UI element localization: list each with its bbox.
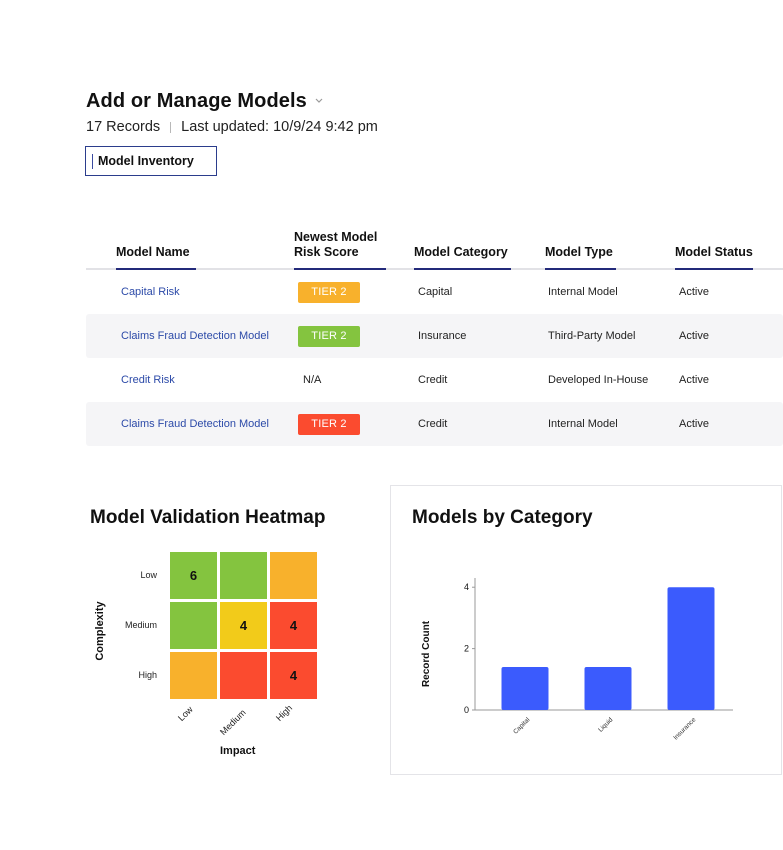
models-table: Model Name Newest Model Risk Score Model… <box>86 222 783 446</box>
model-status-cell-text: Active <box>679 286 709 298</box>
heatmap-cell[interactable] <box>220 652 267 699</box>
risk-score-cell: TIER 2 <box>298 270 360 314</box>
heatmap-grid: 6444 <box>170 552 319 701</box>
model-type-cell: Internal Model <box>548 270 618 314</box>
model-category-cell: Credit <box>418 402 447 446</box>
heatmap-cell[interactable]: 6 <box>170 552 217 599</box>
model-type-cell: Developed In-House <box>548 358 648 402</box>
model-status-cell: Active <box>679 358 709 402</box>
chevron-down-icon[interactable] <box>314 95 324 105</box>
page-title: Add or Manage Models <box>86 90 307 112</box>
model-status-cell-text: Active <box>679 330 709 342</box>
model-category-cell: Capital <box>418 270 452 314</box>
model-name-link[interactable]: Claims Fraud Detection Model <box>121 314 269 358</box>
heatmap-cell[interactable]: 4 <box>220 602 267 649</box>
risk-tier-badge: TIER 2 <box>298 281 360 303</box>
risk-score-cell: TIER 2 <box>298 402 360 446</box>
model-category-cell-text: Credit <box>418 418 448 430</box>
heatmap-x-tick-label: High <box>274 702 295 724</box>
table-row[interactable]: Credit Risk N/A Credit Developed In-House Ac… <box>86 358 783 402</box>
model-status-cell: Active <box>679 402 709 446</box>
model-name-link[interactable]: Claims Fraud Detection Model <box>121 402 269 446</box>
model-inventory-input-value: Model Inventory <box>98 154 194 168</box>
table-header: Model Name Newest Model Risk Score Model… <box>86 222 783 270</box>
column-header-model-type[interactable]: Model Type <box>545 245 613 260</box>
table-body: Capital Risk TIER 2 Capital Internal Model A… <box>86 270 783 446</box>
model-category-cell: Insurance <box>418 314 466 358</box>
risk-score-cell-text: N/A <box>303 374 322 386</box>
risk-score-cell: TIER 2 <box>298 314 360 358</box>
bar-chart: 0 2 4 Record Count Capital Liquid Insurance <box>421 578 733 742</box>
last-updated: Last updated: 10/9/24 9:42 pm <box>181 119 378 135</box>
model-type-cell: Third-Party Model <box>548 314 635 358</box>
heatmap-y-tick-label: High <box>138 670 157 680</box>
heatmap-x-tick-label: Medium <box>218 707 248 738</box>
table-row[interactable]: Claims Fraud Detection Model TIER 2 Insura… <box>86 314 783 358</box>
model-type-cell-text: Developed In-House <box>548 374 649 386</box>
heatmap-cell[interactable] <box>220 552 267 599</box>
model-type-cell-text: Third-Party Model <box>548 330 636 342</box>
records-meta: 17 Records Last updated: 10/9/24 9:42 pm <box>86 119 378 135</box>
model-status-cell: Active <box>679 270 709 314</box>
bar <box>501 667 549 710</box>
heatmap-x-axis-title: Impact <box>220 745 256 757</box>
risk-score-cell: N/A <box>303 358 321 402</box>
column-header-model-name[interactable]: Model Name <box>116 245 190 260</box>
heatmap-title: Model Validation Heatmap <box>90 507 326 528</box>
risk-tier-badge: TIER 2 <box>298 325 360 347</box>
model-inventory-input[interactable]: Model Inventory <box>85 146 217 176</box>
x-tick-label: Liquid <box>597 716 614 733</box>
model-category-cell-text: Insurance <box>418 330 467 342</box>
heatmap-y-tick-label: Low <box>140 570 157 580</box>
model-name-link-text[interactable]: Claims Fraud Detection Model <box>121 330 269 342</box>
model-name-link[interactable]: Credit Risk <box>121 358 175 402</box>
table-row[interactable]: Claims Fraud Detection Model TIER 2 Credit… <box>86 402 783 446</box>
model-category-cell: Credit <box>418 358 447 402</box>
heatmap-x-tick-label: Low <box>176 704 195 724</box>
heatmap-cell[interactable]: 4 <box>270 652 317 699</box>
bar-chart-title: Models by Category <box>412 507 593 528</box>
x-tick-label: Capital <box>512 716 532 736</box>
table-row[interactable]: Capital Risk TIER 2 Capital Internal Model A… <box>86 270 783 314</box>
heatmap-cell[interactable]: 4 <box>270 602 317 649</box>
model-name-link[interactable]: Capital Risk <box>121 270 180 314</box>
heatmap-cell[interactable] <box>270 552 317 599</box>
model-type-cell: Internal Model <box>548 402 618 446</box>
model-category-cell-text: Capital <box>418 286 453 298</box>
risk-tier-badge: TIER 2 <box>298 413 360 435</box>
record-count: 17 Records <box>86 119 161 135</box>
y-tick-label: 0 <box>464 705 469 715</box>
model-status-cell-text: Active <box>679 374 709 386</box>
model-name-link-text[interactable]: Capital Risk <box>121 286 180 298</box>
column-header-model-category[interactable]: Model Category <box>414 245 508 260</box>
column-header-model-status[interactable]: Model Status <box>675 245 753 260</box>
heatmap-cell[interactable] <box>170 602 217 649</box>
model-type-cell-text: Internal Model <box>548 418 618 430</box>
y-tick-label: 4 <box>464 582 469 592</box>
bar <box>584 667 632 710</box>
model-status-cell: Active <box>679 314 709 358</box>
model-status-cell-text: Active <box>679 418 709 430</box>
heatmap-y-tick-label: Medium <box>124 620 157 630</box>
bar <box>667 587 715 710</box>
model-name-link-text[interactable]: Claims Fraud Detection Model <box>121 418 269 430</box>
heatmap-cell[interactable] <box>170 652 217 699</box>
model-category-cell-text: Credit <box>418 374 448 386</box>
x-tick-label: Insurance <box>672 716 697 741</box>
y-tick-label: 2 <box>464 644 469 654</box>
heatmap-y-axis-title: Complexity <box>94 601 106 661</box>
y-axis-title: Record Count <box>421 620 432 687</box>
model-name-link-text[interactable]: Credit Risk <box>121 374 175 386</box>
text-cursor <box>92 153 93 169</box>
column-header-risk-score[interactable]: Newest Model Risk Score <box>294 230 377 260</box>
model-type-cell-text: Internal Model <box>548 286 618 298</box>
meta-divider <box>170 121 172 133</box>
